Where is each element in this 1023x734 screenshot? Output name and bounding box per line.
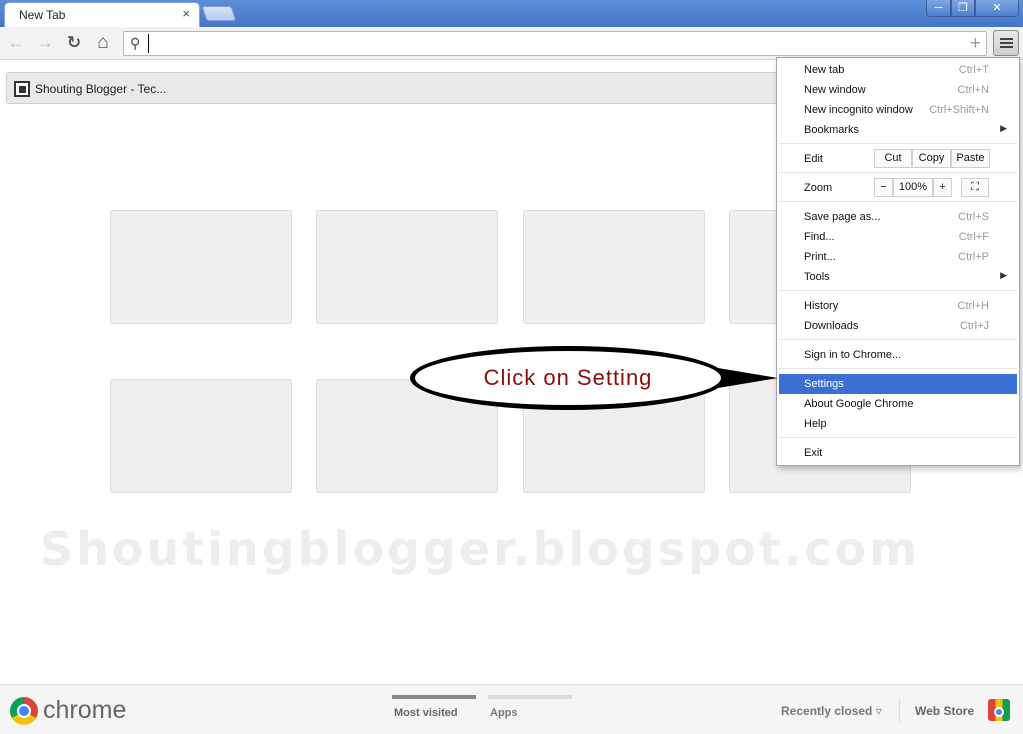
callout-text: Click on Setting xyxy=(483,365,653,390)
callout-bubble: Click on Setting xyxy=(410,346,726,410)
